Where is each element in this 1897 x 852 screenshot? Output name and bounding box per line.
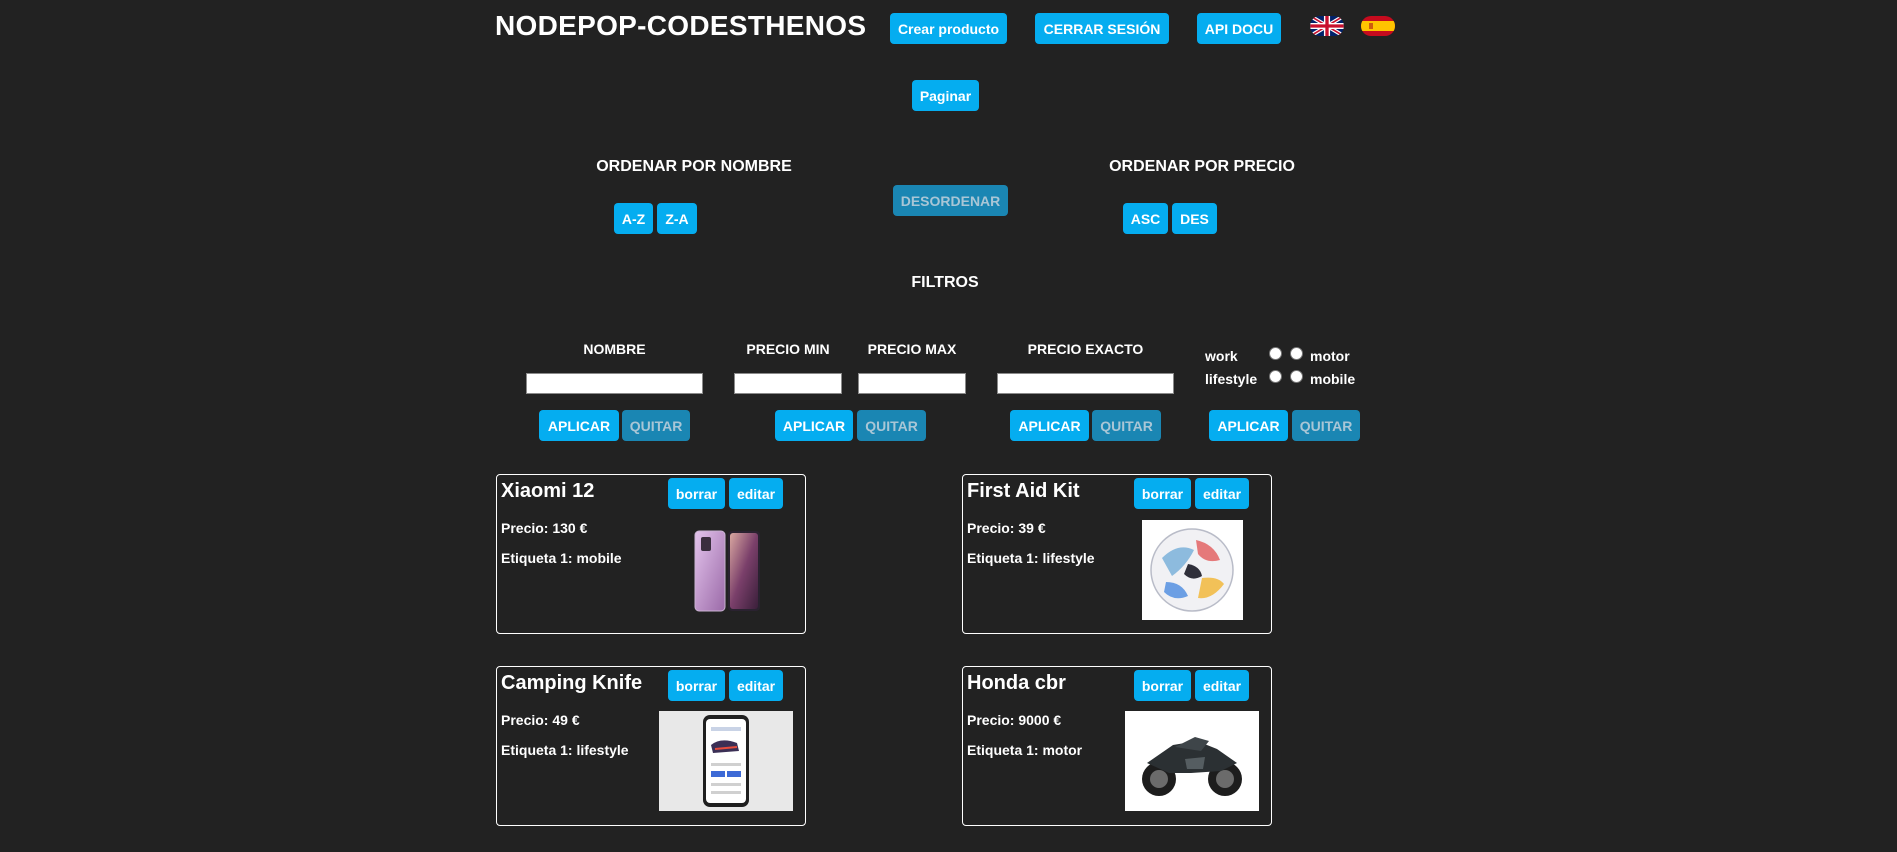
product-price: Precio: 130 €: [501, 520, 588, 536]
tag-work-radio[interactable]: [1269, 347, 1282, 360]
edit-product-button[interactable]: editar: [1195, 478, 1249, 509]
sort-des-button[interactable]: DES: [1172, 203, 1217, 234]
logout-button[interactable]: CERRAR SESIÓN: [1035, 13, 1169, 44]
price-exact-label: PRECIO EXACTO: [1027, 341, 1144, 357]
tag-motor-label: motor: [1310, 348, 1350, 364]
product-image: [1125, 711, 1259, 811]
product-name: Camping Knife: [501, 672, 643, 694]
tag-filter-remove-button[interactable]: QUITAR: [1292, 410, 1360, 441]
tag-work-label: work: [1205, 348, 1238, 364]
product-image: [659, 711, 793, 811]
api-docs-button[interactable]: API DOCU: [1197, 13, 1281, 44]
paginate-button[interactable]: Paginar: [912, 80, 979, 111]
tag-mobile-radio[interactable]: [1290, 370, 1303, 383]
brand-title: NODEPOP-CODESTHENOS: [495, 10, 867, 41]
product-image: [693, 530, 762, 613]
price-range-remove-button[interactable]: QUITAR: [857, 410, 926, 441]
price-min-input[interactable]: [734, 373, 842, 394]
spain-flag-icon[interactable]: [1361, 16, 1395, 36]
tag-filter-apply-button[interactable]: APLICAR: [1209, 410, 1288, 441]
product-name: Xiaomi 12: [501, 480, 595, 502]
price-min-label: PRECIO MIN: [746, 341, 830, 357]
product-name: First Aid Kit: [967, 480, 1080, 502]
create-product-button[interactable]: Crear producto: [890, 13, 1007, 44]
delete-product-button[interactable]: borrar: [1134, 478, 1191, 509]
edit-product-button[interactable]: editar: [729, 670, 783, 701]
price-max-input[interactable]: [858, 373, 966, 394]
product-price: Precio: 39 €: [967, 520, 1046, 536]
product-price: Precio: 49 €: [501, 712, 580, 728]
sort-asc-button[interactable]: ASC: [1123, 203, 1168, 234]
tag-lifestyle-label: lifestyle: [1205, 371, 1258, 387]
name-filter-input[interactable]: [526, 373, 703, 394]
delete-product-button[interactable]: borrar: [668, 478, 725, 509]
product-card[interactable]: Honda cbr borrar editar Precio: 9000 € E…: [962, 666, 1272, 826]
tag-motor-radio[interactable]: [1290, 347, 1303, 360]
product-tag: Etiqueta 1: mobile: [501, 550, 622, 566]
product-tag: Etiqueta 1: motor: [967, 742, 1083, 758]
name-filter-label: NOMBRE: [583, 341, 646, 357]
product-tag: Etiqueta 1: lifestyle: [501, 742, 629, 758]
tag-mobile-label: mobile: [1310, 371, 1356, 387]
tag-lifestyle-radio[interactable]: [1269, 370, 1282, 383]
product-name: Honda cbr: [967, 672, 1066, 694]
product-card[interactable]: First Aid Kit borrar editar Precio: 39 €…: [962, 474, 1272, 634]
name-filter-remove-button[interactable]: QUITAR: [622, 410, 690, 441]
unsort-button[interactable]: DESORDENAR: [893, 185, 1008, 216]
delete-product-button[interactable]: borrar: [1134, 670, 1191, 701]
edit-product-button[interactable]: editar: [1195, 670, 1249, 701]
delete-product-button[interactable]: borrar: [668, 670, 725, 701]
sort-az-button[interactable]: A-Z: [614, 203, 653, 234]
product-card[interactable]: Xiaomi 12 borrar editar Precio: 130 € Et…: [496, 474, 806, 634]
price-exact-input[interactable]: [997, 373, 1174, 394]
name-filter-apply-button[interactable]: APLICAR: [539, 410, 619, 441]
sort-za-button[interactable]: Z-A: [657, 203, 697, 234]
price-range-apply-button[interactable]: APLICAR: [775, 410, 853, 441]
edit-product-button[interactable]: editar: [729, 478, 783, 509]
product-price: Precio: 9000 €: [967, 712, 1062, 728]
price-exact-apply-button[interactable]: APLICAR: [1010, 410, 1089, 441]
filters-heading: FILTROS: [911, 274, 979, 291]
sort-by-name-heading: ORDENAR POR NOMBRE: [596, 158, 792, 175]
price-exact-remove-button[interactable]: QUITAR: [1092, 410, 1161, 441]
sort-by-price-heading: ORDENAR POR PRECIO: [1109, 158, 1295, 175]
uk-flag-icon[interactable]: [1310, 16, 1344, 36]
product-card[interactable]: Camping Knife borrar editar Precio: 49 €…: [496, 666, 806, 826]
price-max-label: PRECIO MAX: [867, 341, 957, 357]
product-image: [1142, 520, 1243, 620]
product-tag: Etiqueta 1: lifestyle: [967, 550, 1095, 566]
